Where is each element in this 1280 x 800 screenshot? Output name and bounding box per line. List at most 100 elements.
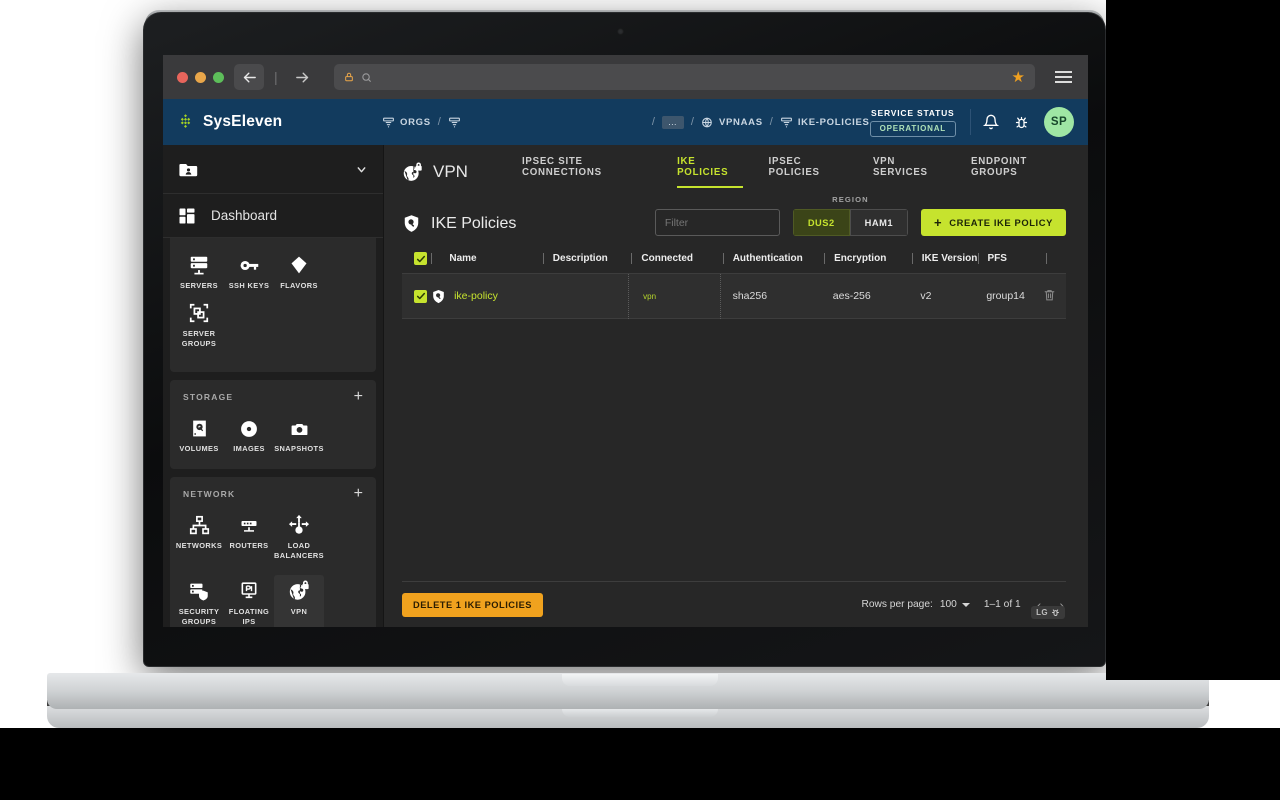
breadcrumb-overflow-button[interactable]: … [661,115,684,129]
tab-vpn-services[interactable]: VPN SERVICES [873,156,945,188]
url-bar[interactable]: ★ [333,64,1035,90]
tab-ipsec-site-connections[interactable]: IPSEC SITE CONNECTIONS [522,156,651,188]
chevron-down-icon [357,166,366,172]
check-icon [416,292,425,300]
delete-row-button[interactable] [1043,288,1056,305]
plus-icon[interactable]: + [354,388,363,405]
column-header-connected[interactable]: Connected [631,253,722,264]
delete-selected-button[interactable]: DELETE 1 IKE POLICIES [402,592,543,617]
create-ike-policy-button[interactable]: + CREATE IKE POLICY [921,209,1066,236]
checkbox-checked [414,289,427,303]
avatar[interactable]: SP [1044,107,1074,137]
camera-icon [289,417,310,439]
column-header-description[interactable]: Description [542,253,632,264]
checkbox-checked [414,252,427,265]
forward-button[interactable] [288,64,318,90]
breadcrumb-item-org2[interactable] [448,116,461,129]
maximize-window-button[interactable] [213,71,224,83]
sidebar-item-server-groups[interactable]: SERVER GROUPS [174,297,224,363]
region-button-dus2[interactable]: DUS2 [792,209,850,236]
sidebar-item-routers[interactable]: ROUTERS [224,509,274,575]
region-button-ham1[interactable]: HAM1 [849,209,908,236]
sidebar-item-servers[interactable]: SERVERS [174,249,224,297]
sidebar-item-snapshots[interactable]: SNAPSHOTS [274,412,324,460]
rows-per-page[interactable]: Rows per page: 100 [861,599,970,610]
tile-grid: VOLUMES IMAGES SNAPSHOTS [170,412,376,460]
flavor-icon [289,254,309,276]
minimize-window-button[interactable] [195,71,206,83]
column-header-name[interactable]: Name [431,253,542,264]
sidebar-item-label: FLOATING IPS [228,606,270,626]
policy-name-link[interactable]: ike-policy [454,290,498,302]
column-header-authentication[interactable]: Authentication [722,253,824,264]
column-header-encryption[interactable]: Encryption [824,253,912,264]
tab-endpoint-groups[interactable]: ENDPOINT GROUPS [971,156,1066,188]
sidebar-item-label: SSH KEYS [228,281,270,290]
plus-icon[interactable]: + [354,485,363,502]
breadcrumb-item-orgs[interactable]: ORGS [382,116,431,129]
breadcrumb: ORGS / / … / VPNAAS / IKE-POLICIES [382,115,870,129]
bug-icon [1052,609,1059,616]
cell-actions [1043,288,1066,305]
create-button-label: CREATE IKE POLICY [949,217,1053,228]
window-traffic-lights[interactable] [177,71,224,83]
sidebar-item-security-groups[interactable]: SECURITY GROUPS [174,575,224,627]
back-button[interactable] [234,64,264,90]
breadcrumb-item-ike-policies[interactable]: IKE-POLICIES [780,116,870,129]
sidebar-item-label: VOLUMES [179,443,219,453]
sidebar-item-floating-ips[interactable]: FLOATING IPS [224,575,274,627]
network-tree-icon [189,514,210,536]
arrow-right-icon [296,72,309,82]
server-icon [188,254,210,276]
column-header-ike-version[interactable]: IKE Version [911,253,978,264]
header-divider [970,109,971,135]
sidebar-item-dashboard[interactable]: Dashboard [163,194,383,238]
sidebar-item-ssh-keys[interactable]: SSH KEYS [224,249,274,297]
hamburger-menu-icon[interactable] [1053,67,1074,87]
laptop-base-notch [562,674,718,686]
rows-per-page-select[interactable]: 100 [940,599,970,610]
sidebar-item-load-balancers[interactable]: LOAD BALANCERS [274,509,324,575]
service-status[interactable]: SERVICE STATUS OPERATIONAL [869,108,956,137]
sidebar-item-images[interactable]: IMAGES [224,412,274,460]
sidebar-item-label: VPN [290,606,308,616]
row-checkbox[interactable] [402,289,431,303]
brand-logo-area[interactable]: SysEleven [177,113,382,131]
report-bug-button[interactable] [1014,115,1029,130]
sidebar-section-storage: STORAGE + VOLUMES IMAGES SNAPSHOTS [170,379,376,469]
cell-name[interactable]: ike-policy [431,288,541,305]
tab-ike-policies[interactable]: IKE POLICIES [677,156,743,188]
sidebar-item-vpn[interactable]: VPN [274,574,324,627]
vpn-globe-lock-icon [403,162,422,181]
browser-chrome: | ★ [163,55,1088,99]
filter-input[interactable] [654,209,780,236]
sidebar-item-label: SNAPSHOTS [274,443,324,453]
corner-badge[interactable]: LG [1031,606,1065,619]
project-selector[interactable] [163,145,383,194]
breadcrumb-item-vpnaas[interactable]: VPNAAS [701,116,763,129]
close-window-button[interactable] [177,71,188,83]
notifications-button[interactable] [983,114,999,130]
rows-per-page-label: Rows per page: [861,599,933,610]
security-group-icon [188,580,210,602]
check-icon [416,255,425,262]
star-icon[interactable]: ★ [1012,68,1025,86]
sidebar-item-volumes[interactable]: VOLUMES [174,412,224,460]
column-header-pfs[interactable]: PFS [977,253,1047,264]
connected-tag[interactable]: vpn [643,292,656,301]
bug-icon [1015,116,1028,128]
cell-authentication: sha256 [719,273,821,319]
sidebar-item-networks[interactable]: NETWORKS [174,509,224,575]
trash-icon [1044,289,1055,300]
tab-ipsec-policies[interactable]: IPSEC POLICIES [769,156,847,188]
select-all-checkbox[interactable] [402,252,431,265]
sidebar-item-label: SERVER GROUPS [181,328,217,348]
webcam-dot [617,28,624,35]
sidebar-item-label: SERVERS [180,281,218,290]
sidebar-item-flavors[interactable]: FLAVORS [274,249,324,297]
table-row[interactable]: ike-policy vpn sha256 aes-256 v2 group14 [402,273,1066,319]
cell-connected: vpn [628,273,719,319]
grid-icon [179,208,195,223]
sidebar-section-network: NETWORK + NETWORKS ROUTERS LOAD BALANCER… [170,476,376,627]
tab-bar: IPSEC SITE CONNECTIONS IKE POLICIES IPSE… [522,156,1066,188]
